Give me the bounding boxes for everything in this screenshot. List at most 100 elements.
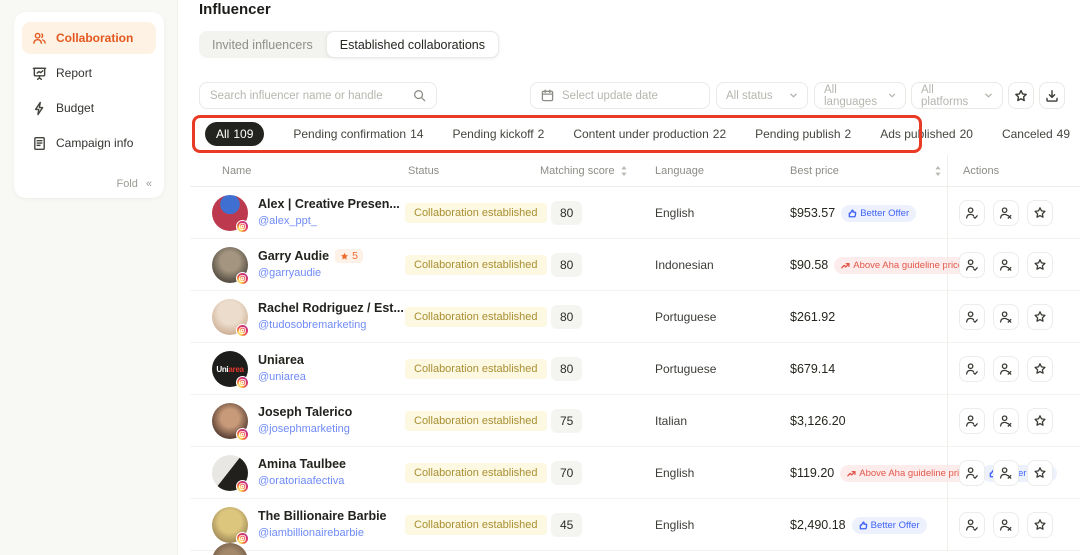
influencer-name: Joseph Talerico: [258, 405, 352, 419]
user-check-icon: [965, 362, 979, 376]
star-icon: [1033, 466, 1047, 480]
filter-ads-published[interactable]: Ads published 20: [880, 127, 973, 141]
user-x-icon: [999, 362, 1013, 376]
matching-score: 80: [551, 357, 582, 381]
filter-count: 2: [845, 127, 852, 141]
download-icon: [1045, 89, 1059, 103]
filter-pending-publish[interactable]: Pending publish 2: [755, 127, 851, 141]
star-icon: [1033, 518, 1047, 532]
status-select-value: All status: [726, 90, 773, 102]
sidebar-item-label: Budget: [56, 101, 94, 115]
approve-collaborator-button[interactable]: [959, 512, 985, 538]
remove-collaborator-button[interactable]: [993, 356, 1019, 382]
favorite-row-button[interactable]: [1027, 304, 1053, 330]
favorite-row-button[interactable]: [1027, 512, 1053, 538]
favorite-row-button[interactable]: [1027, 408, 1053, 434]
favorite-row-button[interactable]: [1027, 200, 1053, 226]
sidebar-item-collaboration[interactable]: Collaboration: [22, 22, 156, 54]
influencer-handle[interactable]: @garryaudie: [258, 267, 321, 279]
filter-all[interactable]: All 109: [205, 122, 264, 146]
status-badge: Collaboration established: [405, 307, 547, 327]
sidebar-fold-button[interactable]: Fold «: [116, 178, 152, 190]
avatar: [212, 507, 248, 543]
sidebar-item-report[interactable]: Report: [22, 57, 156, 89]
remove-collaborator-button[interactable]: [993, 460, 1019, 486]
column-header-matching-score[interactable]: Matching score: [535, 165, 645, 177]
influencer-handle[interactable]: @iambillionairebarbie: [258, 527, 364, 539]
tab-invited-influencers[interactable]: Invited influencers: [199, 31, 326, 58]
avatar: [212, 403, 248, 439]
date-picker[interactable]: Select update date: [530, 82, 710, 109]
avatar: [212, 195, 248, 231]
approve-collaborator-button[interactable]: [959, 460, 985, 486]
avatar: [212, 247, 248, 283]
influencer-handle[interactable]: @tudosobremarketing: [258, 319, 366, 331]
status-badge: Collaboration established: [405, 463, 547, 483]
favorite-row-button[interactable]: [1027, 356, 1053, 382]
table-row: Uniarea Uniarea @uniarea Collaboration e…: [190, 343, 1080, 395]
download-button[interactable]: [1039, 82, 1065, 109]
user-x-icon: [999, 414, 1013, 428]
sort-icon[interactable]: [620, 165, 628, 177]
filter-pending-kickoff[interactable]: Pending kickoff 2: [452, 127, 544, 141]
platform-select[interactable]: All platforms: [911, 82, 1003, 109]
influencer-handle[interactable]: @alex_ppt_: [258, 215, 317, 227]
influencer-name: Amina Taulbee: [258, 457, 346, 471]
status-filter-bar: All 109 Pending confirmation 14 Pending …: [205, 121, 1070, 147]
column-header-language[interactable]: Language: [645, 165, 775, 177]
status-select[interactable]: All status: [716, 82, 808, 109]
filter-label: All: [216, 127, 229, 141]
sidebar-item-label: Report: [56, 66, 92, 80]
filter-label: Canceled: [1002, 127, 1053, 141]
search-input[interactable]: [210, 90, 413, 102]
user-x-icon: [999, 310, 1013, 324]
search-box[interactable]: [199, 82, 437, 109]
filter-pending-confirmation[interactable]: Pending confirmation 14: [293, 127, 423, 141]
favorite-row-button[interactable]: [1027, 252, 1053, 278]
star-icon: [1033, 414, 1047, 428]
star-icon: [1033, 258, 1047, 272]
favorite-row-button[interactable]: [1027, 460, 1053, 486]
matching-score: 70: [551, 461, 582, 485]
tab-established-collaborations[interactable]: Established collaborations: [326, 31, 499, 58]
approve-collaborator-button[interactable]: [959, 252, 985, 278]
best-price: $2,490.18: [790, 518, 846, 532]
star-icon: [340, 252, 349, 261]
filter-content-under-production[interactable]: Content under production 22: [573, 127, 726, 141]
influencer-handle[interactable]: @uniarea: [258, 371, 306, 383]
instagram-icon: [236, 272, 249, 285]
influencer-name: Uniarea: [258, 353, 304, 367]
sidebar-item-campaign-info[interactable]: Campaign info: [22, 127, 156, 159]
column-header-status[interactable]: Status: [400, 165, 535, 177]
instagram-icon: [236, 376, 249, 389]
approve-collaborator-button[interactable]: [959, 304, 985, 330]
main-content: Influencer Invited influencers Establish…: [178, 0, 1080, 555]
filter-canceled[interactable]: Canceled 49: [1002, 127, 1070, 141]
influencer-handle[interactable]: @josephmarketing: [258, 423, 350, 435]
status-badge: Collaboration established: [405, 203, 547, 223]
avatar: [212, 455, 248, 491]
remove-collaborator-button[interactable]: [993, 304, 1019, 330]
remove-collaborator-button[interactable]: [993, 200, 1019, 226]
remove-collaborator-button[interactable]: [993, 512, 1019, 538]
avatar: [212, 299, 248, 335]
influencer-handle[interactable]: @oratoriaafectiva: [258, 475, 344, 487]
table-header: Name Status Matching score Language Best…: [190, 155, 1080, 187]
sort-icon[interactable]: [934, 165, 942, 177]
remove-collaborator-button[interactable]: [993, 252, 1019, 278]
sidebar-item-budget[interactable]: Budget: [22, 92, 156, 124]
instagram-icon: [236, 428, 249, 441]
remove-collaborator-button[interactable]: [993, 408, 1019, 434]
approve-collaborator-button[interactable]: [959, 408, 985, 434]
matching-score: 80: [551, 201, 582, 225]
instagram-icon: [236, 324, 249, 337]
column-header-best-price[interactable]: Best price: [775, 165, 947, 177]
approve-collaborator-button[interactable]: [959, 200, 985, 226]
favorite-filter-button[interactable]: [1008, 82, 1034, 109]
filter-label: Pending kickoff: [452, 127, 533, 141]
user-check-icon: [965, 518, 979, 532]
language-value: English: [645, 466, 775, 480]
language-select[interactable]: All languages: [814, 82, 906, 109]
approve-collaborator-button[interactable]: [959, 356, 985, 382]
column-header-name[interactable]: Name: [190, 165, 400, 177]
